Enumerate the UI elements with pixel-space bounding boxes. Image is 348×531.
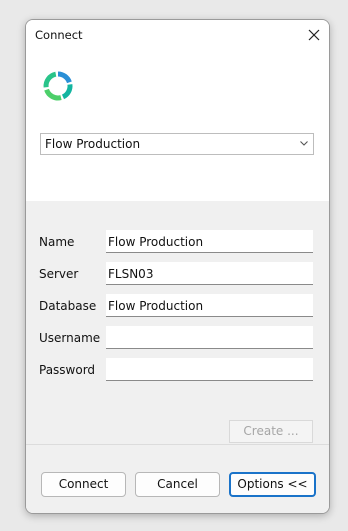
name-label: Name bbox=[39, 235, 75, 249]
password-field[interactable] bbox=[106, 358, 313, 381]
name-field[interactable] bbox=[106, 230, 313, 253]
connection-dropdown[interactable]: Flow Production bbox=[40, 133, 314, 155]
title-bar: Connect bbox=[26, 20, 329, 50]
close-button[interactable] bbox=[299, 20, 329, 50]
server-label: Server bbox=[39, 267, 79, 281]
cancel-button[interactable]: Cancel bbox=[135, 472, 220, 497]
options-button[interactable]: Options << bbox=[229, 472, 316, 497]
window-title: Connect bbox=[35, 28, 83, 42]
username-field[interactable] bbox=[106, 326, 313, 349]
dialog-footer: Connect Cancel Options << bbox=[26, 444, 329, 513]
connect-dialog: Connect Flow Production Name Server Da bbox=[25, 19, 330, 514]
create-button[interactable]: Create ... bbox=[229, 420, 313, 443]
close-icon bbox=[308, 29, 320, 41]
username-label: Username bbox=[39, 331, 101, 345]
ring-logo-icon bbox=[43, 71, 73, 101]
connect-button[interactable]: Connect bbox=[41, 472, 126, 497]
database-field[interactable] bbox=[106, 294, 313, 317]
chevron-down-icon bbox=[299, 137, 309, 151]
database-label: Database bbox=[39, 299, 97, 313]
server-field[interactable] bbox=[106, 262, 313, 285]
password-label: Password bbox=[39, 363, 96, 377]
connection-dropdown-value: Flow Production bbox=[45, 137, 141, 151]
connection-form: Name Server Database Username Password C… bbox=[26, 201, 329, 444]
